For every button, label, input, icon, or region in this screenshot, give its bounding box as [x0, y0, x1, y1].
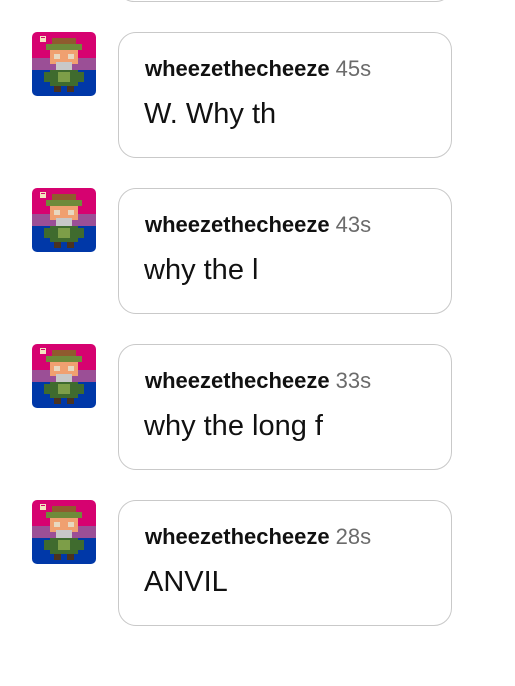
- previous-message-bubble: [118, 0, 452, 2]
- timestamp: 28s: [335, 524, 372, 549]
- chat-message: wheezethecheeze 28s ANVIL: [32, 500, 452, 626]
- pixel-avatar-icon: [32, 188, 96, 252]
- pixel-avatar-icon: [32, 32, 96, 96]
- avatar[interactable]: [32, 32, 96, 96]
- message-meta: wheezethecheeze 33s: [145, 368, 371, 394]
- timestamp: 33s: [335, 368, 372, 393]
- username[interactable]: wheezethecheeze: [145, 524, 330, 549]
- pixel-avatar-icon: [32, 344, 96, 408]
- chat-message: wheezethecheeze 45s W. Why th: [32, 32, 452, 158]
- username[interactable]: wheezethecheeze: [145, 56, 330, 81]
- message-meta: wheezethecheeze 28s: [145, 524, 371, 550]
- message-bubble: wheezethecheeze 45s W. Why th: [118, 32, 452, 158]
- message-bubble: wheezethecheeze 43s why the l: [118, 188, 452, 314]
- message-meta: wheezethecheeze 43s: [145, 212, 371, 238]
- pixel-avatar-icon: [32, 500, 96, 564]
- avatar[interactable]: [32, 188, 96, 252]
- message-text: ANVIL: [144, 566, 228, 598]
- chat-feed: wheezethecheeze 45s W. Why th wheezethec…: [0, 0, 515, 686]
- message-bubble: wheezethecheeze 28s ANVIL: [118, 500, 452, 626]
- username[interactable]: wheezethecheeze: [145, 212, 330, 237]
- message-meta: wheezethecheeze 45s: [145, 56, 371, 82]
- message-text: why the l: [144, 254, 259, 286]
- message-text: W. Why th: [144, 98, 277, 130]
- message-text: why the long f: [144, 410, 323, 442]
- chat-message: wheezethecheeze 43s why the l: [32, 188, 452, 314]
- message-bubble: wheezethecheeze 33s why the long f: [118, 344, 452, 470]
- timestamp: 45s: [335, 56, 372, 81]
- username[interactable]: wheezethecheeze: [145, 368, 330, 393]
- avatar[interactable]: [32, 500, 96, 564]
- timestamp: 43s: [335, 212, 372, 237]
- avatar[interactable]: [32, 344, 96, 408]
- chat-message: wheezethecheeze 33s why the long f: [32, 344, 452, 470]
